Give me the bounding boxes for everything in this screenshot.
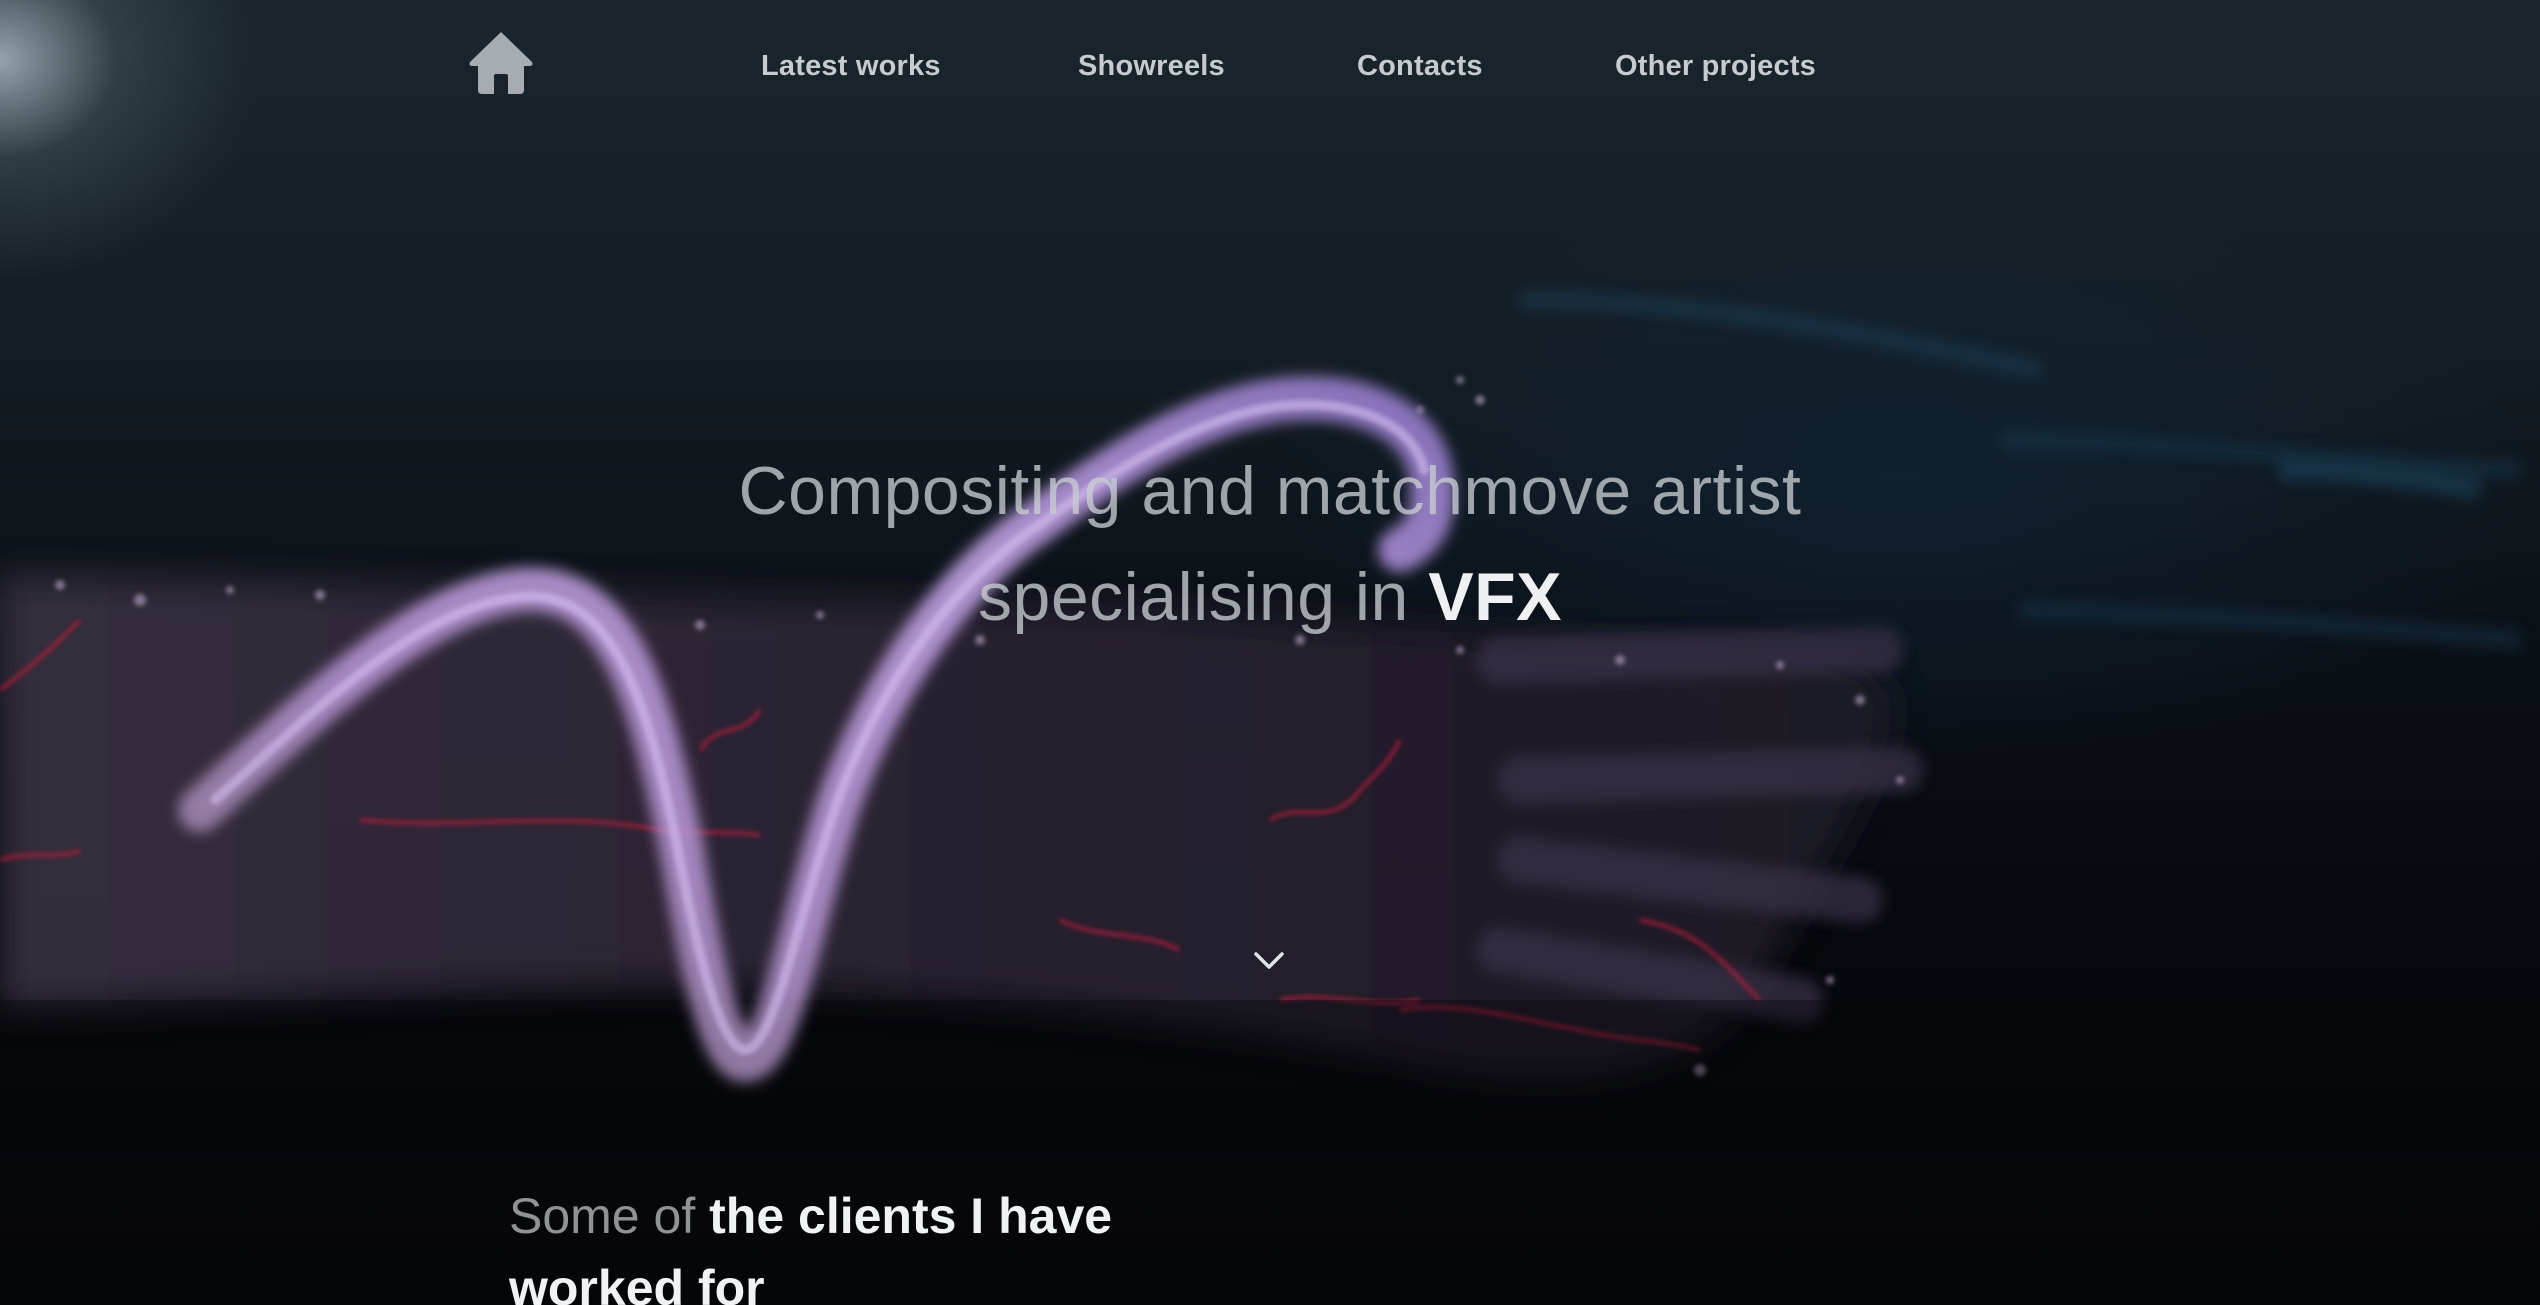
home-link[interactable] [466,28,536,98]
headline-line-2-light: specialising in [978,559,1409,635]
headline-line-1: Compositing and matchmove artist [738,453,1802,529]
nav-other-projects[interactable]: Other projects [1615,50,1816,83]
nav-showreels[interactable]: Showreels [1078,50,1225,83]
headline-line-2: specialising in VFX [420,544,2120,650]
chevron-down-icon[interactable] [1251,942,1287,978]
top-navigation: Latest works Showreels Contacts Other pr… [0,0,2540,140]
clients-heading-light: Some of [509,1188,696,1244]
page: Latest works Showreels Contacts Other pr… [0,0,2540,1305]
hero-headline: Compositing and matchmove artist special… [420,438,2120,650]
nav-latest-works[interactable]: Latest works [761,50,941,83]
nav-contacts[interactable]: Contacts [1357,50,1483,83]
headline-highlight: VFX [1428,559,1562,635]
home-icon [469,32,533,94]
clients-heading: Some of the clients I have worked for [509,1180,1269,1305]
